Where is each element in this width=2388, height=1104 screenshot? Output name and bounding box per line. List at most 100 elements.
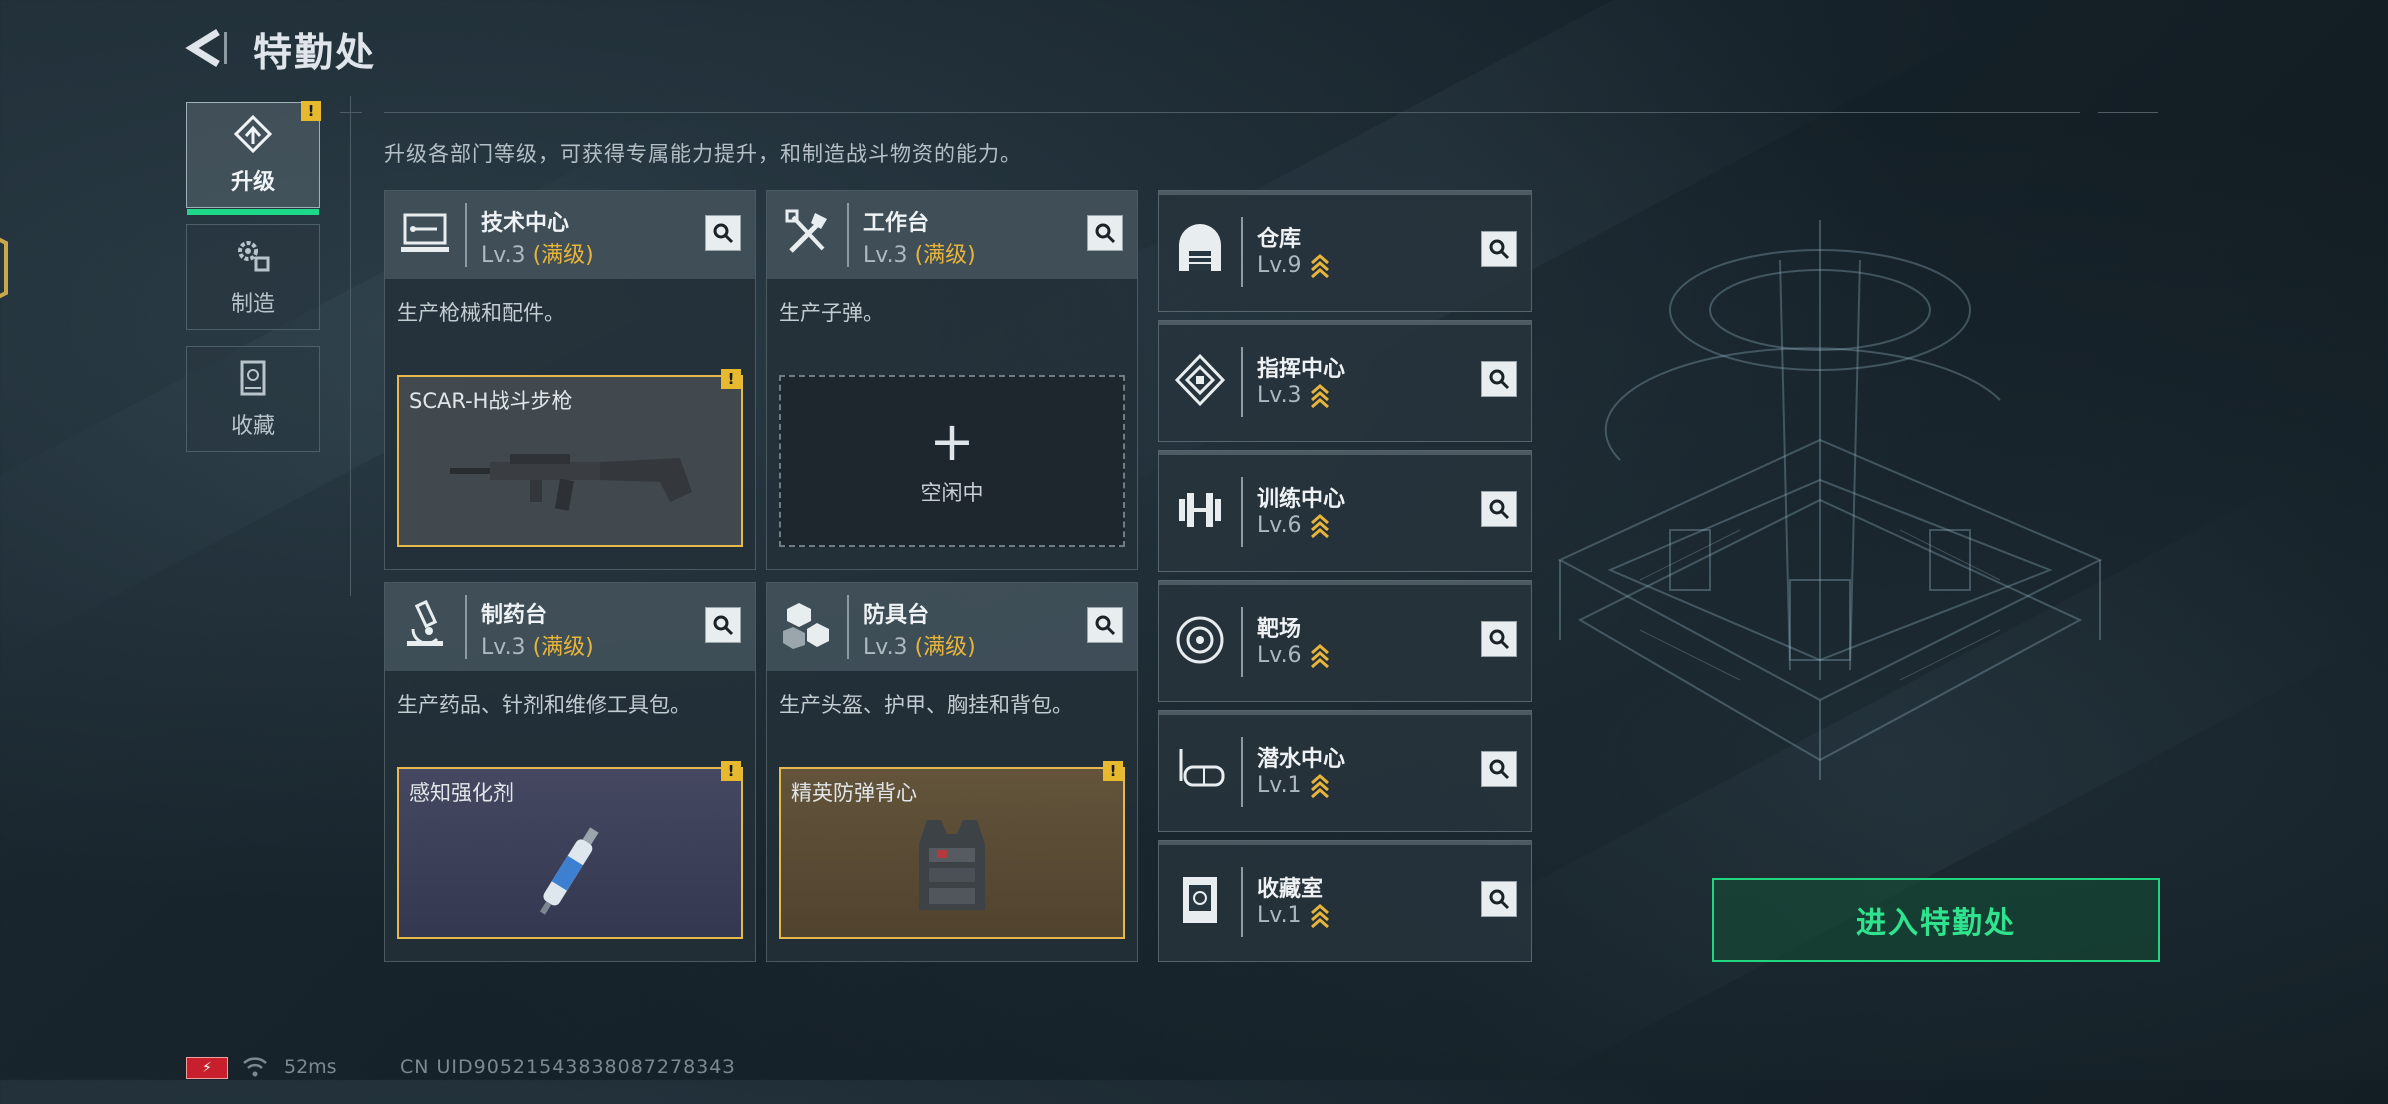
upgradable-chevrons-icon — [1310, 904, 1329, 929]
description-text: 升级各部门等级，可获得专属能力提升，和制造战斗物资的能力。 — [384, 142, 1022, 166]
search-icon — [1489, 759, 1510, 780]
production-slot[interactable]: 精英防弹背心 ! — [779, 761, 1125, 939]
production-slot[interactable]: 感知强化剂 ! — [397, 761, 743, 939]
facility-card-training-center[interactable]: 训练中心 Lv.6 — [1158, 450, 1532, 572]
wifi-icon — [243, 1057, 267, 1077]
facility-name: 收藏室 — [1257, 877, 1324, 902]
dept-description: 生产头盔、护甲、胸挂和背包。 — [779, 693, 1073, 717]
upgradable-chevrons-icon — [1310, 384, 1329, 409]
facility-level: Lv.1 — [1257, 773, 1330, 799]
microscope-icon — [407, 599, 443, 646]
tab-craft[interactable]: 制造 — [186, 224, 320, 330]
inspect-button[interactable] — [1481, 491, 1517, 527]
inspect-button[interactable] — [1481, 881, 1517, 917]
dumbbell-icon — [1179, 493, 1221, 527]
diving-mask-icon — [1179, 749, 1225, 787]
facility-level: Lv.6 — [1257, 513, 1330, 539]
facility-level: Lv.9 — [1257, 253, 1330, 279]
search-icon — [1489, 369, 1510, 390]
facility-card-collection-room[interactable]: 收藏室 Lv.1 — [1158, 840, 1532, 962]
dept-card-workbench[interactable]: 工作台 Lv.3 (满级) 生产子弹。 + 空闲中 — [766, 190, 1138, 570]
separator — [1241, 867, 1243, 937]
search-icon — [713, 615, 734, 636]
tab-collection-label: 收藏 — [230, 414, 275, 439]
separator — [847, 203, 849, 267]
production-slot[interactable]: SCAR-H战斗步枪 ! — [397, 369, 743, 547]
item-name: 感知强化剂 — [409, 781, 514, 805]
gears-icon — [238, 241, 270, 272]
upgradable-chevrons-icon — [1310, 774, 1329, 799]
computer-icon — [401, 213, 449, 252]
inspect-button[interactable] — [1087, 607, 1123, 643]
dept-name: 制药台 — [481, 603, 548, 628]
tab-upgrade-label: 升级 — [230, 170, 275, 195]
low-battery-icon: ⚡ — [186, 1057, 228, 1079]
dept-level: Lv.3 (满级) — [863, 243, 976, 268]
dept-level: Lv.3 (满级) — [481, 635, 594, 660]
add-icon: + — [929, 410, 975, 473]
idle-production-slot[interactable]: + 空闲中 — [779, 375, 1125, 547]
search-icon — [1489, 889, 1510, 910]
upgradable-chevrons-icon — [1310, 514, 1329, 539]
divider — [340, 112, 362, 113]
dept-description: 生产药品、针剂和维修工具包。 — [397, 693, 691, 717]
command-center-icon — [1174, 353, 1226, 407]
tab-upgrade[interactable]: 升级 ! — [186, 101, 321, 215]
ping-readout: 52ms — [284, 1056, 337, 1078]
side-panel-handle-icon[interactable] — [0, 218, 18, 318]
card-header: 防具台 Lv.3 (满级) — [767, 583, 1137, 671]
upgradable-chevrons-icon — [1310, 644, 1329, 669]
idle-label: 空闲中 — [920, 481, 984, 505]
card-header: 工作台 Lv.3 (满级) — [767, 191, 1137, 279]
rifle-icon — [450, 454, 692, 511]
injector-icon — [539, 827, 599, 915]
inspect-button[interactable] — [1481, 621, 1517, 657]
separator — [465, 595, 467, 659]
dept-description: 生产枪械和配件。 — [397, 301, 565, 325]
separator — [1241, 737, 1243, 807]
facility-name: 靶场 — [1257, 617, 1302, 642]
injector-image — [399, 809, 741, 929]
separator — [847, 595, 849, 659]
facility-name: 训练中心 — [1257, 487, 1346, 512]
dept-name: 防具台 — [863, 603, 930, 628]
inspect-button[interactable] — [705, 215, 741, 251]
enter-special-ops-button[interactable]: 进入特勤处 — [1712, 878, 2160, 962]
search-icon — [713, 223, 734, 244]
search-icon — [1095, 615, 1116, 636]
separator — [1241, 607, 1243, 677]
dept-card-pharmacy[interactable]: 制药台 Lv.3 (满级) 生产药品、针剂和维修工具包。 感知强化剂 ! — [384, 582, 756, 962]
divider — [2098, 112, 2158, 113]
vest-image — [781, 809, 1123, 929]
facility-card-diving-center[interactable]: 潜水中心 Lv.1 — [1158, 710, 1532, 832]
facility-level: Lv.1 — [1257, 903, 1330, 929]
divider — [384, 112, 2080, 113]
dept-level: Lv.3 (满级) — [863, 635, 976, 660]
dept-level: Lv.3 (满级) — [481, 243, 594, 268]
divider — [350, 96, 351, 596]
rifle-image — [399, 417, 741, 537]
inspect-button[interactable] — [705, 607, 741, 643]
separator — [1241, 347, 1243, 417]
facility-card-command-center[interactable]: 指挥中心 Lv.3 — [1158, 320, 1532, 442]
dept-card-armor-bench[interactable]: 防具台 Lv.3 (满级) 生产头盔、护甲、胸挂和背包。 精英防弹背心 ! — [766, 582, 1138, 962]
back-button[interactable] — [184, 26, 234, 70]
inspect-button[interactable] — [1087, 215, 1123, 251]
separator — [1241, 217, 1243, 287]
alert-badge: ! — [721, 761, 741, 781]
dept-name: 工作台 — [863, 211, 930, 236]
facility-card-warehouse[interactable]: 仓库 Lv.9 — [1158, 190, 1532, 312]
inspect-button[interactable] — [1481, 361, 1517, 397]
dept-card-tech-center[interactable]: 技术中心 Lv.3 (满级) 生产枪械和配件。 SCAR-H战斗步枪 ! — [384, 190, 756, 570]
tools-icon — [785, 209, 827, 253]
back-arrow-icon — [185, 29, 227, 67]
tab-collection[interactable]: 收藏 — [186, 346, 320, 452]
inspect-button[interactable] — [1481, 751, 1517, 787]
inspect-button[interactable] — [1481, 231, 1517, 267]
dept-name: 技术中心 — [481, 211, 570, 236]
trophy-case-icon — [240, 360, 266, 396]
upgrade-icon — [233, 114, 273, 154]
dept-description: 生产子弹。 — [779, 301, 884, 325]
facility-card-shooting-range[interactable]: 靶场 Lv.6 — [1158, 580, 1532, 702]
headquarters-hologram — [1557, 220, 2103, 780]
